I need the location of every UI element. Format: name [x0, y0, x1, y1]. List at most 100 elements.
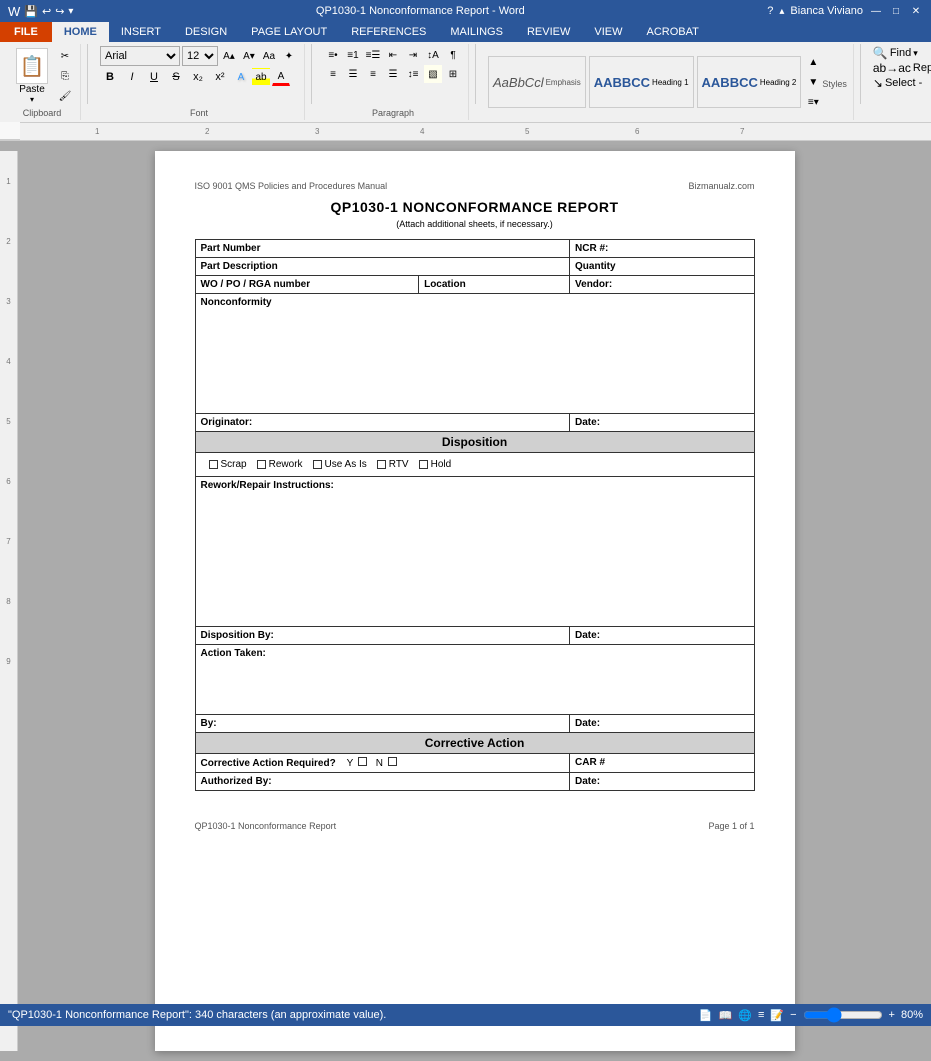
doc-footer: QP1030-1 Nonconformance Report Page 1 of… — [195, 821, 755, 831]
font-color-button[interactable]: A — [272, 68, 290, 86]
paste-button[interactable]: 📋 Paste ▾ — [10, 46, 54, 106]
tab-view[interactable]: VIEW — [582, 22, 634, 42]
rework-checkbox-item: Rework — [257, 459, 303, 470]
tab-mailings[interactable]: MAILINGS — [438, 22, 515, 42]
maximize-button[interactable]: □ — [889, 4, 903, 18]
doc-header-meta: ISO 9001 QMS Policies and Procedures Man… — [195, 181, 755, 191]
multilevel-list-button[interactable]: ≡☰ — [364, 46, 382, 64]
tab-review[interactable]: REVIEW — [515, 22, 582, 42]
styles-group: AaBbCcl Emphasis AABBCC Heading 1 AABBCC… — [482, 44, 854, 120]
table-row: Corrective Action Required? Y N CAR # — [195, 754, 754, 773]
title-bar-left: W 💾 ↩ ↪ ▾ — [8, 4, 73, 19]
font-size-select[interactable]: 12 — [182, 46, 218, 66]
decrease-font-button[interactable]: A▾ — [240, 47, 258, 65]
tab-insert[interactable]: INSERT — [109, 22, 173, 42]
view-print-layout[interactable]: 📄 — [699, 1009, 713, 1022]
numbering-button[interactable]: ≡1 — [344, 46, 362, 64]
use-as-is-checkbox[interactable] — [313, 460, 322, 469]
line-spacing-button[interactable]: ↕≡ — [404, 65, 422, 83]
underline-button[interactable]: U — [144, 67, 164, 87]
style-emphasis[interactable]: AaBbCcl Emphasis — [488, 56, 586, 108]
word-logo-icon: W — [8, 4, 20, 19]
help-icon[interactable]: ? — [767, 5, 773, 17]
zoom-out-button[interactable]: − — [790, 1009, 796, 1021]
show-formatting-button[interactable]: ¶ — [444, 46, 462, 64]
replace-button[interactable]: ab→ac Replace — [873, 61, 931, 75]
corrective-no-checkbox[interactable] — [388, 757, 397, 766]
cut-button[interactable]: ✂ — [56, 47, 74, 65]
justify-button[interactable]: ☰ — [384, 65, 402, 83]
table-row: Action Taken: — [195, 645, 754, 715]
superscript-button[interactable]: x² — [210, 67, 230, 87]
italic-button[interactable]: I — [122, 67, 142, 87]
status-doc-info: "QP1030-1 Nonconformance Report": 340 ch… — [8, 1009, 386, 1021]
decrease-indent-button[interactable]: ⇤ — [384, 46, 402, 64]
zoom-in-button[interactable]: + — [889, 1009, 895, 1021]
quick-access-redo[interactable]: ↪ — [55, 5, 64, 18]
view-full-reading[interactable]: 📖 — [719, 1009, 733, 1022]
bullets-button[interactable]: ≡• — [324, 46, 342, 64]
shading-button[interactable]: ▧ — [424, 65, 442, 83]
minimize-button[interactable]: — — [869, 4, 883, 18]
align-right-button[interactable]: ≡ — [364, 65, 382, 83]
zoom-percentage[interactable]: 80% — [901, 1009, 923, 1021]
hold-checkbox[interactable] — [419, 460, 428, 469]
ribbon-collapse-icon[interactable]: ▴ — [779, 6, 784, 17]
tab-design[interactable]: DESIGN — [173, 22, 239, 42]
styles-scroll-down[interactable]: ▼ — [804, 73, 822, 91]
close-button[interactable]: ✕ — [909, 4, 923, 18]
bold-button[interactable]: B — [100, 67, 120, 87]
align-center-button[interactable]: ☰ — [344, 65, 362, 83]
tab-page-layout[interactable]: PAGE LAYOUT — [239, 22, 339, 42]
text-highlight-button[interactable]: ab — [252, 68, 270, 86]
table-row: Corrective Action — [195, 733, 754, 754]
style-heading2[interactable]: AABBCC Heading 2 — [697, 56, 802, 108]
quick-access-save[interactable]: 💾 — [24, 5, 38, 18]
increase-font-button[interactable]: A▴ — [220, 47, 238, 65]
find-button[interactable]: 🔍 Find ▾ — [873, 46, 918, 60]
copy-button[interactable]: ⎘ — [56, 67, 74, 85]
zoom-slider[interactable] — [803, 1009, 883, 1021]
sort-button[interactable]: ↕A — [424, 46, 442, 64]
table-row: Disposition By: Date: — [195, 627, 754, 645]
format-painter-button[interactable]: 🖌 — [56, 87, 74, 105]
view-web-layout[interactable]: 🌐 — [738, 1009, 752, 1022]
strikethrough-button[interactable]: S — [166, 67, 186, 87]
quick-access-undo[interactable]: ↩ — [42, 5, 51, 18]
tab-file[interactable]: FILE — [0, 22, 52, 42]
styles-scroll-up[interactable]: ▲ — [804, 53, 822, 71]
select-button[interactable]: ↘ Select - — [873, 76, 922, 90]
subscript-button[interactable]: x₂ — [188, 67, 208, 87]
table-row: Authorized By: Date: — [195, 773, 754, 791]
scrap-checkbox[interactable] — [209, 460, 218, 469]
authorized-by-cell: Authorized By: — [195, 773, 570, 791]
rtv-checkbox[interactable] — [377, 460, 386, 469]
ribbon-tab-bar: FILE HOME INSERT DESIGN PAGE LAYOUT REFE… — [0, 22, 931, 42]
align-left-button[interactable]: ≡ — [324, 65, 342, 83]
tab-references[interactable]: REFERENCES — [339, 22, 438, 42]
corrective-yes-checkbox[interactable] — [358, 757, 367, 766]
table-row: Originator: Date: — [195, 414, 754, 432]
increase-indent-button[interactable]: ⇥ — [404, 46, 422, 64]
text-effects-button[interactable]: A — [232, 68, 250, 86]
vendor-cell: Vendor: — [570, 276, 754, 294]
clear-format-button[interactable]: ✦ — [280, 47, 298, 65]
view-outline[interactable]: ≡ — [758, 1009, 764, 1021]
tab-acrobat[interactable]: ACROBAT — [634, 22, 710, 42]
paragraph-label: Paragraph — [372, 106, 414, 118]
style-heading1[interactable]: AABBCC Heading 1 — [589, 56, 694, 108]
by-cell: By: — [195, 715, 570, 733]
borders-button[interactable]: ⊞ — [444, 65, 462, 83]
tab-home[interactable]: HOME — [52, 22, 109, 42]
view-draft[interactable]: 📝 — [770, 1009, 784, 1022]
disposition-checkboxes: Scrap Rework Use As Is RTV — [195, 453, 754, 477]
ruler: 1 2 3 4 5 6 7 — [0, 122, 931, 140]
font-name-select[interactable]: Arial — [100, 46, 180, 66]
change-case-button[interactable]: Aa — [260, 47, 278, 65]
table-row: Part Number NCR #: — [195, 240, 754, 258]
user-name[interactable]: Bianca Viviano — [790, 5, 863, 17]
rework-checkbox[interactable] — [257, 460, 266, 469]
disposition-date-cell: Date: — [570, 627, 754, 645]
styles-more[interactable]: ≡▾ — [804, 93, 822, 111]
scrap-checkbox-item: Scrap — [209, 459, 247, 470]
